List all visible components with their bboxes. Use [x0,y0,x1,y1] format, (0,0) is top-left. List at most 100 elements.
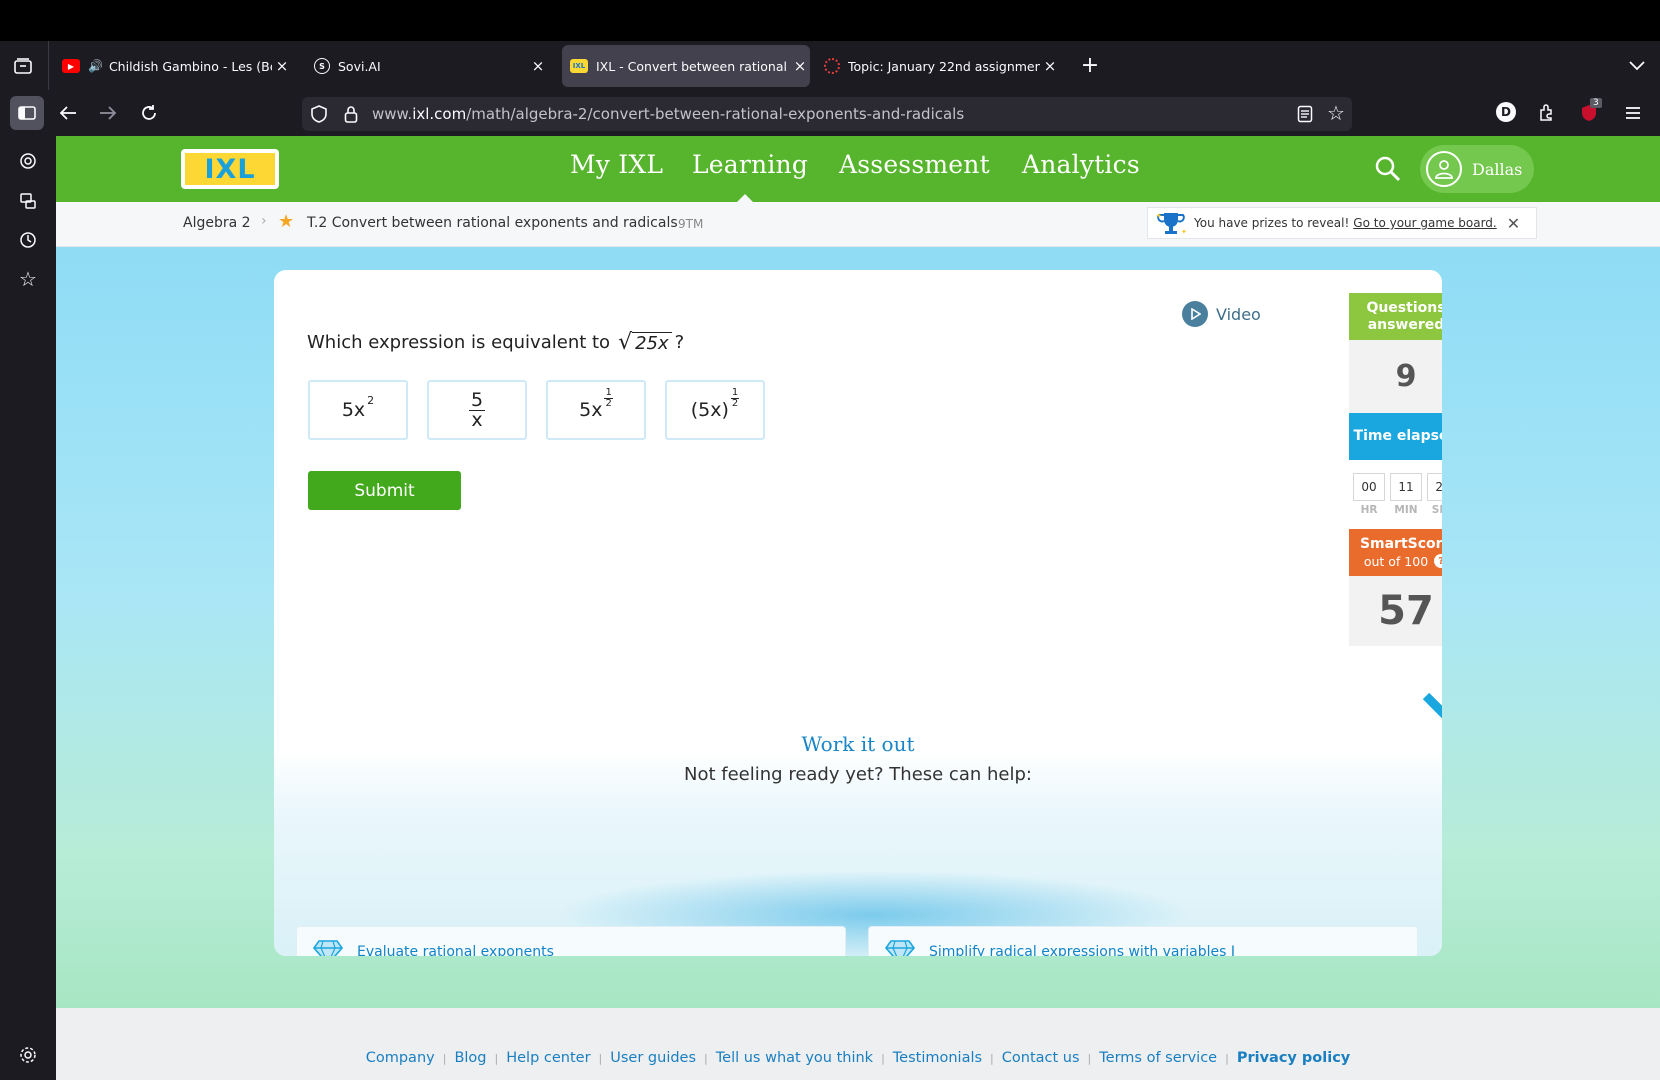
tab-label: IXL - Convert between rational exponents [596,58,790,74]
footer-separator: | [1087,1051,1092,1065]
radicand: 25x [632,331,672,354]
nav-my-ixl[interactable]: My IXL [570,150,663,179]
tab-topic[interactable]: Topic: January 22nd assignment × [824,45,1060,87]
smartscore-value: 57 [1349,576,1442,646]
nav-learning[interactable]: Learning [692,150,808,179]
extensions-icon[interactable] [1536,101,1558,123]
footer-link-user-guides[interactable]: User guides [610,1050,696,1066]
profile-avatar[interactable]: D [1496,102,1516,122]
new-tab-button[interactable]: + [1078,53,1102,78]
choice-exponent: 12 [604,387,613,409]
tab-ixl-active[interactable]: IXL IXL - Convert between rational expon… [562,45,810,87]
nav-analytics[interactable]: Analytics [1022,150,1140,179]
help-icon[interactable]: ? [1434,554,1442,568]
prize-text: You have prizes to reveal! [1194,216,1350,230]
reader-icon[interactable] [1294,103,1316,125]
youtube-icon: ▶ [62,59,80,73]
submit-button[interactable]: Submit [308,471,461,510]
user-icon [1426,151,1462,187]
ublock-icon[interactable]: 3 [1578,98,1602,124]
prize-link[interactable]: Go to your game board. [1353,216,1496,230]
footer-separator: | [881,1051,885,1065]
svg-text:✦: ✦ [1181,228,1187,236]
footer-link-privacy[interactable]: Privacy policy [1237,1050,1350,1066]
sidebar-toggle-icon[interactable] [10,96,44,130]
speaker-icon[interactable]: 🔊 [88,59,103,73]
screen: ▶ 🔊 Childish Gambino - Les (Beat × S Sov… [0,0,1660,1080]
chevron-down-icon[interactable] [1626,55,1648,77]
choice-5-over-x[interactable]: 5x [427,380,527,440]
footer-link-feedback[interactable]: Tell us what you think [716,1050,873,1066]
search-icon[interactable] [1374,155,1402,183]
menu-icon[interactable] [1622,102,1644,124]
close-icon[interactable]: ✕ [1507,214,1520,233]
reload-icon[interactable] [137,101,161,125]
history-icon[interactable] [17,229,39,251]
tab-close-icon[interactable]: × [790,57,810,75]
pencil-icon[interactable] [1420,690,1442,734]
footer-separator: | [494,1051,499,1065]
user-menu[interactable]: Dallas [1420,145,1534,193]
tab-close-icon[interactable]: × [1040,57,1060,75]
help-link-label: Simplify radical expressions with variab… [929,943,1235,957]
settings-icon[interactable] [17,1044,39,1066]
back-icon[interactable] [56,101,80,125]
nav-assessment[interactable]: Assessment [839,150,990,179]
svg-text:✦: ✦ [1156,212,1162,220]
tab-strip: ▶ 🔊 Childish Gambino - Les (Beat × S Sov… [0,41,1660,90]
smartscore-sub-text: out of 100 [1363,553,1429,569]
help-subtitle: Not feeling ready yet? These can help: [684,764,1032,785]
star-icon[interactable]: ☆ [1325,101,1347,125]
timer-seconds: 22 [1427,473,1442,501]
crumb-subject[interactable]: Algebra 2 [183,215,251,231]
footer-link-blog[interactable]: Blog [454,1050,486,1066]
tab-close-icon[interactable]: × [272,57,292,75]
forward-icon[interactable] [96,101,120,125]
active-nav-caret [737,194,753,202]
footer-separator: | [1225,1051,1229,1065]
tab-youtube[interactable]: ▶ 🔊 Childish Gambino - Les (Beat × [60,45,292,87]
ixl-logo[interactable]: IXL [181,149,279,189]
chevron-right-icon: › [261,213,267,229]
url-domain: ixl.com [412,105,467,123]
choice-base: 5x [579,399,603,421]
work-it-out-title: Work it out [801,732,915,756]
choice-exponent: 12 [730,387,740,409]
footer-link-contact[interactable]: Contact us [1002,1050,1080,1066]
help-link-simplify-radical-expressions[interactable]: Simplify radical expressions with variab… [868,926,1418,956]
questions-answered-header: Questions answered [1349,293,1442,340]
choice-base: (5x) [690,399,729,421]
video-button[interactable]: Video [1182,301,1261,327]
canvas-icon [824,58,840,74]
practice-card: Video Which expression is equivalent to … [274,270,1442,956]
synced-tabs-icon[interactable] [17,190,39,212]
time-label: Time elapsed [1353,428,1442,444]
tab-list-icon[interactable] [12,55,34,77]
tab-label: Sovi.AI [338,58,381,74]
chatgpt-icon[interactable] [17,150,39,172]
footer-link-help-center[interactable]: Help center [506,1050,590,1066]
help-link-label: Evaluate rational exponents [357,943,554,957]
url-text[interactable]: www.ixl.com/math/algebra-2/convert-betwe… [372,97,964,131]
skill-code: 9TM [678,217,704,231]
tab-close-icon[interactable]: × [528,57,548,75]
lock-icon[interactable] [340,103,362,125]
timer-hours: 00 [1353,473,1385,501]
help-link-evaluate-rational-exponents[interactable]: Evaluate rational exponents [296,926,846,956]
bookmarks-icon[interactable]: ☆ [17,267,39,291]
footer-link-company[interactable]: Company [366,1050,435,1066]
fraction-numerator: 5 [468,388,486,411]
choice-5x-half[interactable]: 5x 1 2 [546,380,646,440]
video-play-icon [1182,301,1208,327]
shield-icon[interactable] [308,103,330,125]
footer-link-testimonials[interactable]: Testimonials [893,1050,982,1066]
logo-text: IXL [185,153,275,185]
ixl-nav-bar: IXL My IXL Learning Assessment Analytics… [56,136,1660,202]
tab-sovi[interactable]: S Sovi.AI × [314,45,548,87]
choice-exponent: 2 [367,393,375,407]
choice-5x-squared[interactable]: 5x 2 [308,380,408,440]
prompt-text: Which expression is equivalent to [307,332,611,353]
smartscore-header: SmartScore out of 100? [1349,529,1442,576]
choice-5x-paren-half[interactable]: (5x) 1 2 [665,380,765,440]
footer-link-terms[interactable]: Terms of service [1099,1050,1217,1066]
